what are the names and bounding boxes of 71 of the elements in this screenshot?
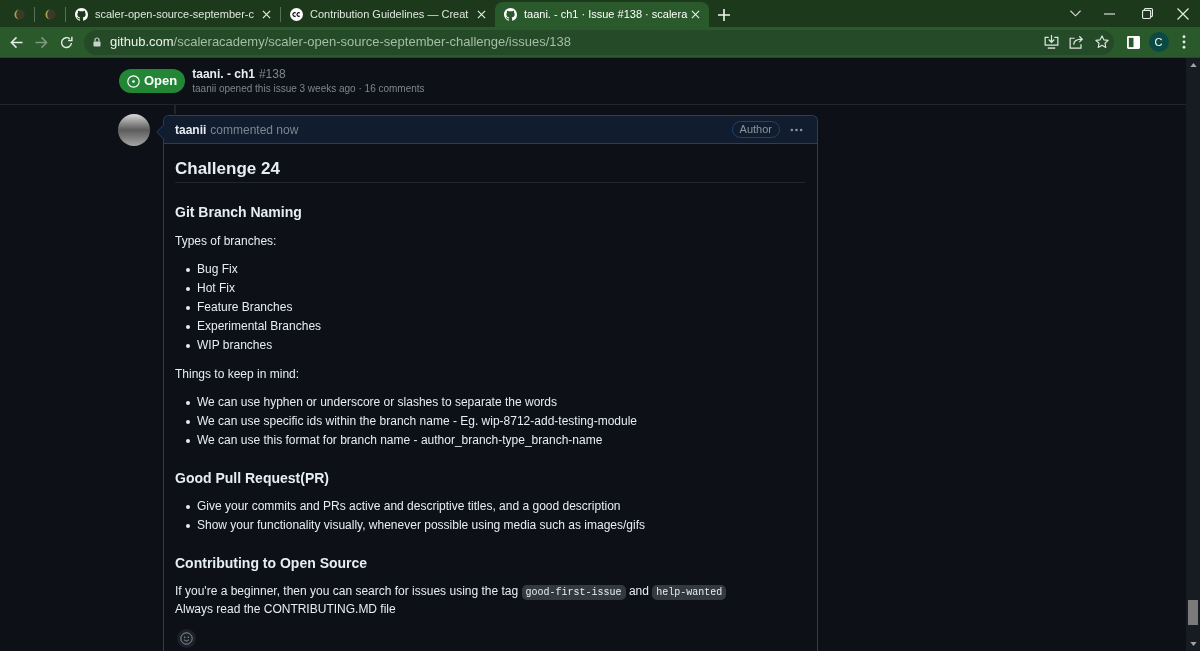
list-item: WIP branches <box>197 337 273 354</box>
section-heading: Git Branch Naming <box>175 203 302 222</box>
profile-avatar[interactable]: C <box>1148 32 1169 52</box>
back-arrow-icon[interactable] <box>10 35 23 49</box>
scroll-down-icon[interactable] <box>1189 642 1197 646</box>
github-icon <box>504 8 517 21</box>
cc-logo-icon <box>290 8 303 21</box>
more-options-icon[interactable] <box>790 127 803 132</box>
bullet-icon <box>186 504 190 509</box>
chevron-down-icon[interactable] <box>1069 10 1081 17</box>
list-item: Hot Fix <box>197 280 235 297</box>
url-text: github.com/scaleracademy/scaler-open-source-september-challenge/issues/138 <box>110 33 571 52</box>
heading: Challenge 24 <box>175 158 280 180</box>
section-heading: Contributing to Open Source <box>175 554 368 573</box>
avatar-image <box>118 114 150 146</box>
bullet-icon <box>186 523 190 528</box>
list-item: Experimental Branches <box>197 318 322 335</box>
share-icon[interactable] <box>1069 35 1084 49</box>
list-item: We can use specific ids within the branch name - Eg. wip-8712-add-testing-module <box>197 413 637 430</box>
moon-icon <box>44 9 56 20</box>
add-reaction-button[interactable] <box>177 629 196 648</box>
menu-icon[interactable] <box>1181 35 1186 49</box>
new-tab-icon[interactable] <box>718 8 730 21</box>
browser-tab[interactable]: scaler-open-source-september-c <box>66 2 280 27</box>
lock-icon <box>93 37 101 47</box>
close-icon[interactable] <box>477 10 486 19</box>
issue-open-icon <box>127 74 140 88</box>
paragraph: If you're a beginner, then you can search for issues using the tag good-first-issue and help-wanted Always read the CONTRIBUTING.MD file <box>175 583 727 617</box>
list-item: Give your commits and PRs active and descriptive titles, and a good description <box>197 498 621 515</box>
bullet-icon <box>186 419 190 424</box>
inline-code: good-first-issue <box>521 585 626 600</box>
list-item: Bug Fix <box>197 261 238 278</box>
scrollbar-thumb[interactable] <box>1188 600 1198 625</box>
issue-meta: taanii opened this issue 3 weeks ago · 16 comments <box>192 81 425 96</box>
address-field[interactable]: github.com/scaleracademy/scaler-open-source-september-challenge/issues/138 <box>84 29 1114 55</box>
browser-tab[interactable]: taani. - ch1 · Issue #138 · scalera <box>495 2 709 27</box>
bullet-icon <box>186 438 190 443</box>
issue-state-badge: Open <box>119 69 186 93</box>
reload-icon[interactable] <box>60 35 73 49</box>
close-icon[interactable] <box>1177 7 1189 20</box>
scroll-up-icon[interactable] <box>1189 63 1197 67</box>
section-heading: Good Pull Request(PR) <box>175 469 329 488</box>
install-icon[interactable] <box>1044 35 1059 49</box>
bullet-icon <box>186 286 190 291</box>
star-icon[interactable] <box>1094 35 1109 49</box>
list-item: We can use this format for branch name - author_branch-type_branch-name <box>197 432 603 449</box>
paragraph: Things to keep in mind: <box>175 366 300 383</box>
issue-number: #138 <box>258 65 286 82</box>
bullet-icon <box>186 267 190 272</box>
close-icon[interactable] <box>262 10 271 19</box>
browser-tab[interactable]: Contribution Guidelines — Creat <box>281 2 495 27</box>
list-item: Show your functionality visually, whenever possible using media such as images/gifs <box>197 517 645 534</box>
side-panel-icon[interactable] <box>1127 35 1140 49</box>
bullet-icon <box>186 305 190 310</box>
list-item: We can use hyphen or underscore or slashes to separate the words <box>197 394 557 411</box>
bullet-icon <box>186 400 190 405</box>
scrollbar-track[interactable] <box>1186 58 1200 651</box>
issue-title: taani. - ch1 <box>192 65 255 82</box>
inline-code: help-wanted <box>652 585 727 600</box>
list-item: Feature Branches <box>197 299 293 316</box>
bullet-icon <box>186 324 190 329</box>
close-icon[interactable] <box>691 10 700 19</box>
comment-author[interactable]: taanii <box>175 120 207 139</box>
comment-timestamp: commented now <box>210 121 299 139</box>
moon-icon <box>13 9 25 20</box>
github-icon <box>75 8 88 21</box>
minimize-icon[interactable] <box>1103 12 1115 15</box>
paragraph: Types of branches: <box>175 233 277 250</box>
smiley-icon <box>180 632 193 645</box>
bullet-icon <box>186 343 190 348</box>
restore-icon[interactable] <box>1141 8 1153 19</box>
